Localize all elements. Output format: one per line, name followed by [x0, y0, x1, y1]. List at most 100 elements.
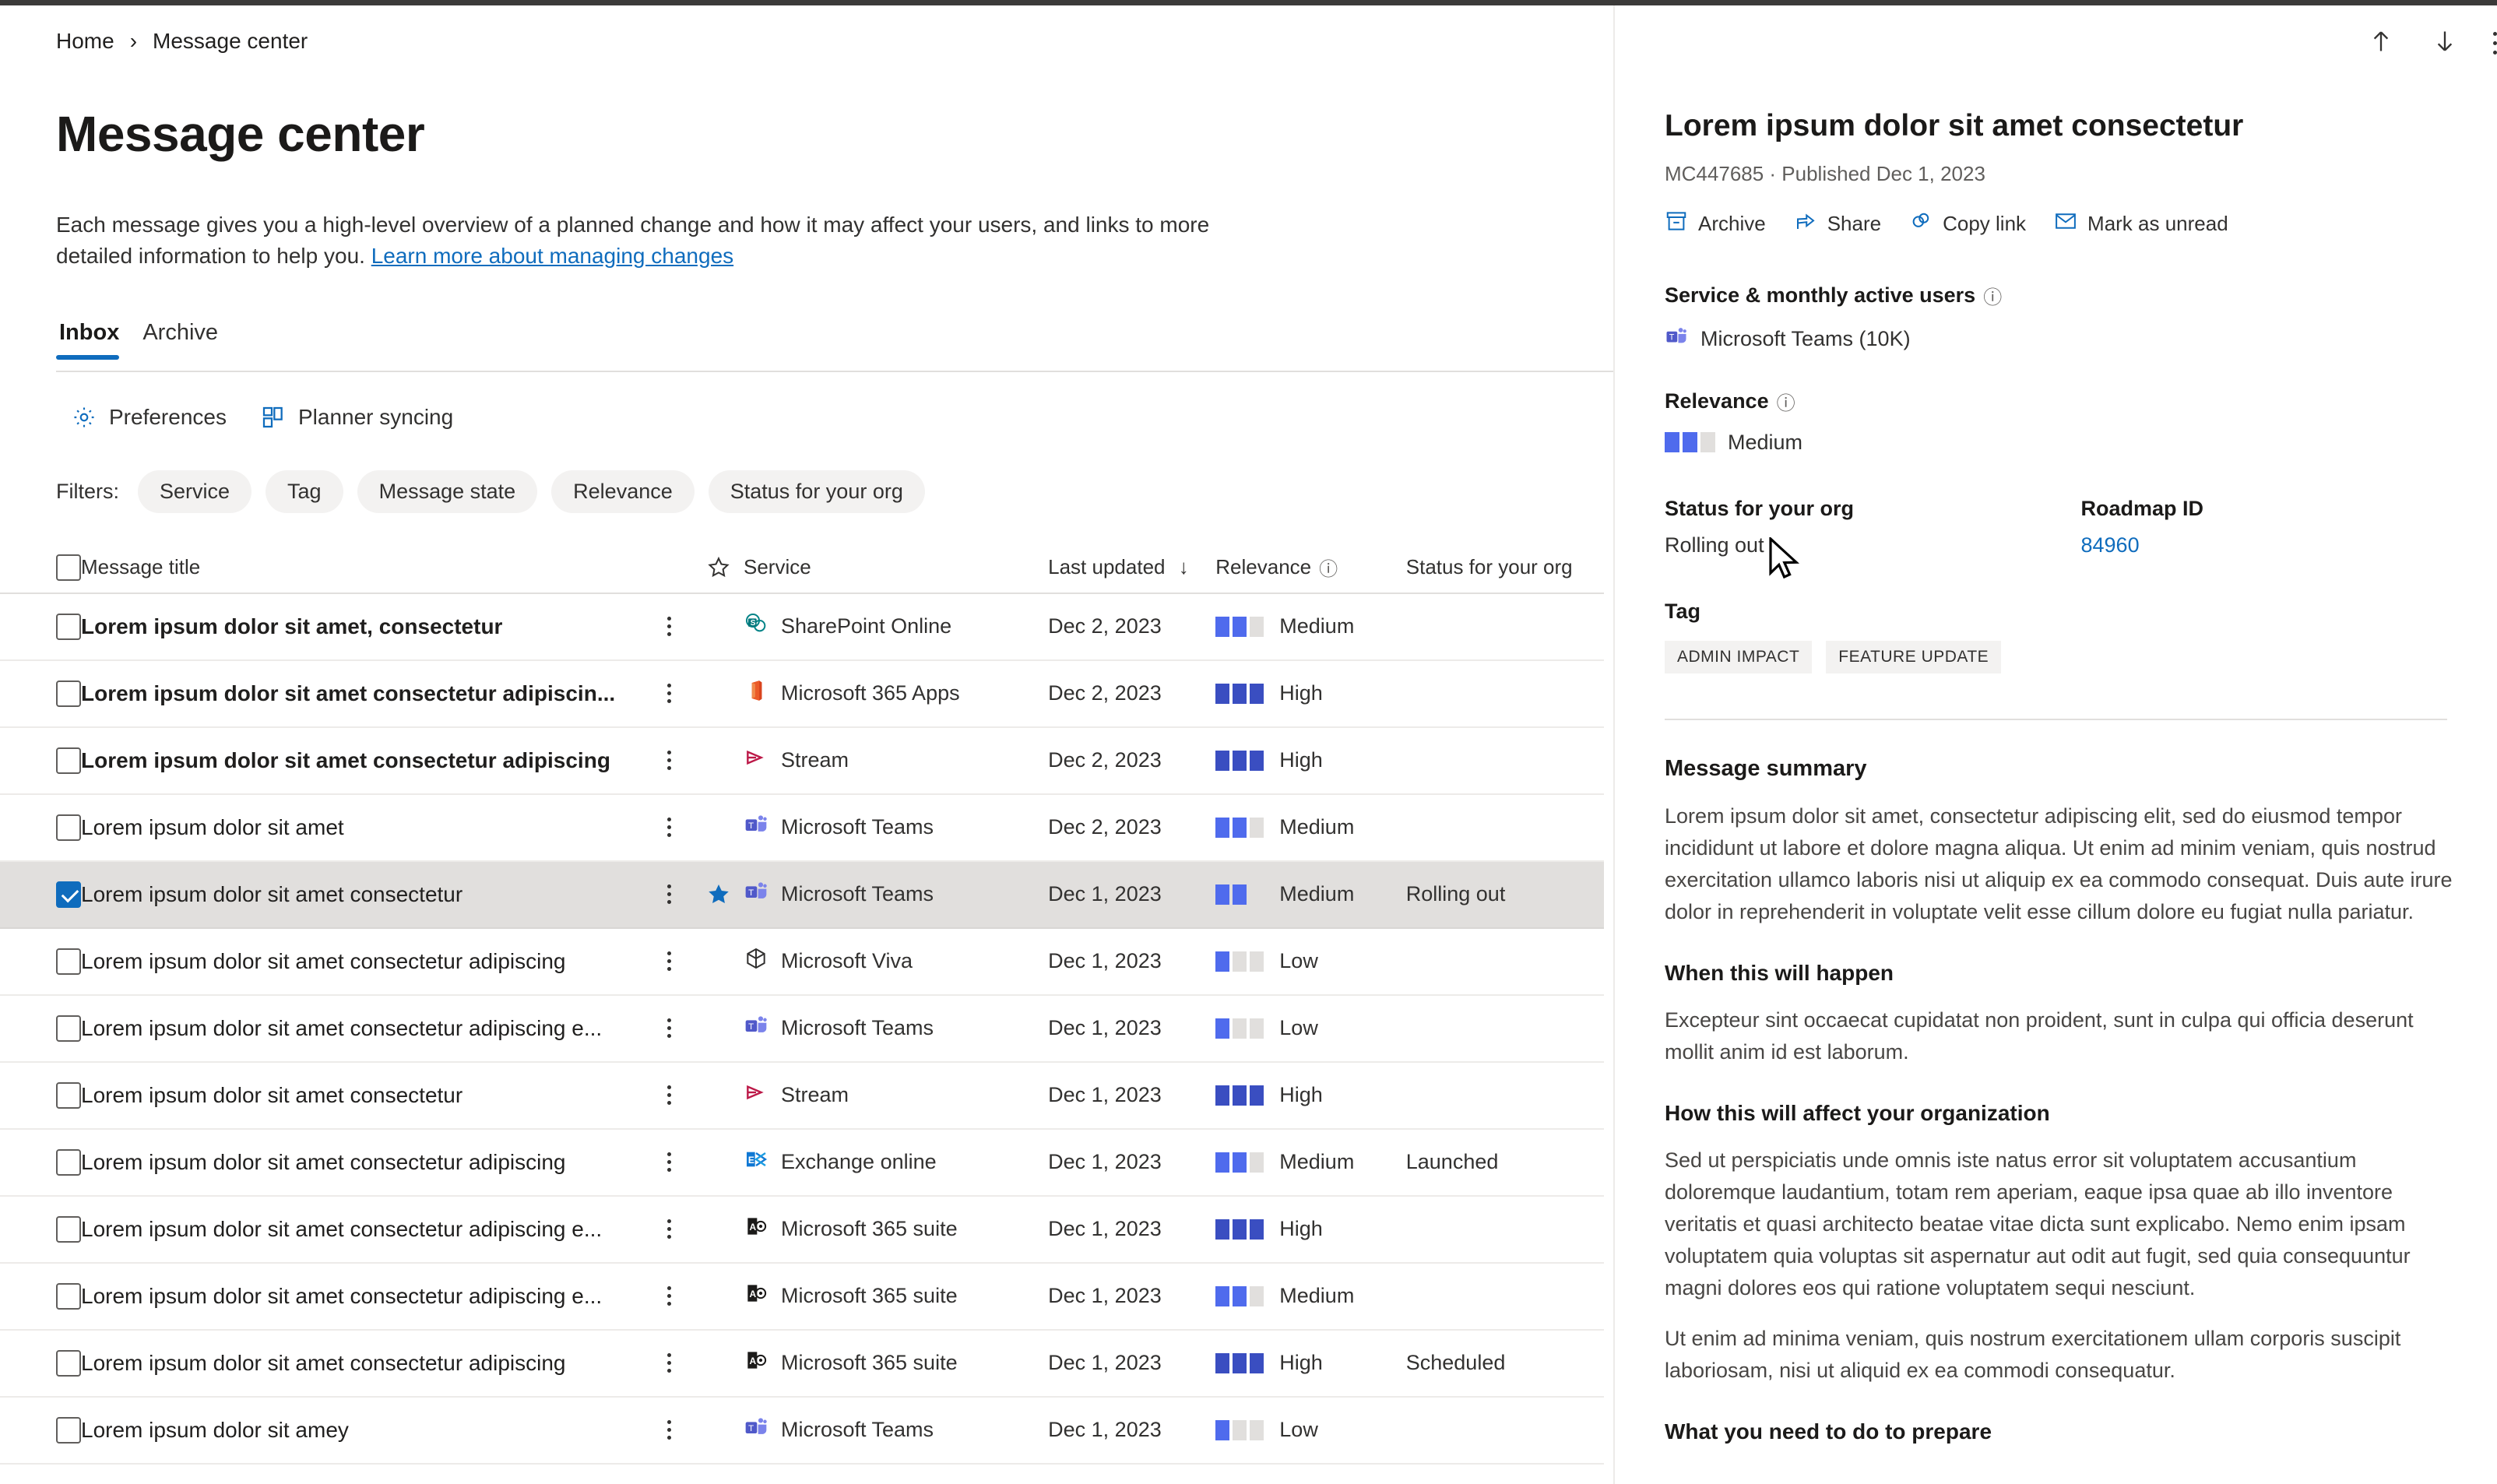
table-row[interactable]: Lorem ipsum dolor sit amet consectetur a… — [0, 728, 1604, 795]
select-all-cell — [0, 554, 81, 581]
row-service-cell: Stream — [744, 1080, 1048, 1110]
row-checkbox[interactable] — [56, 613, 81, 640]
row-checkbox[interactable] — [56, 948, 81, 975]
row-relevance: Low — [1215, 1418, 1405, 1442]
tag-chip-admin-impact[interactable]: ADMIN IMPACT — [1665, 640, 1813, 673]
relevance-bars — [1215, 951, 1264, 972]
row-select-cell — [0, 613, 81, 640]
planner-syncing-button[interactable]: Planner syncing — [261, 405, 453, 430]
row-checkbox[interactable] — [56, 814, 81, 841]
row-message-title[interactable]: Lorem ipsum dolor sit amet consectetur a… — [81, 1217, 645, 1242]
row-service-cell: S SharePoint Online — [744, 611, 1048, 642]
sharepoint-icon: S — [744, 611, 768, 642]
row-message-title[interactable]: Lorem ipsum dolor sit amet consectetur a… — [81, 681, 645, 706]
more-actions-icon[interactable] — [2493, 32, 2497, 55]
row-message-title[interactable]: Lorem ipsum dolor sit amet consectetur a… — [81, 1150, 645, 1175]
table-row[interactable]: Lorem ipsum dolor sit amet, consectetur S… — [0, 594, 1604, 661]
row-checkbox[interactable] — [56, 1015, 81, 1042]
teams-icon: T — [744, 1013, 768, 1043]
row-star-icon[interactable] — [693, 881, 744, 908]
row-checkbox[interactable] — [56, 680, 81, 707]
row-more-actions-icon[interactable] — [645, 1152, 694, 1172]
row-more-actions-icon[interactable] — [645, 1420, 694, 1440]
prepare-heading: What you need to do to prepare — [1665, 1419, 1992, 1444]
table-row[interactable]: Lorem ipsum dolor sit amet consectetur a… — [0, 1264, 1604, 1331]
previous-message-button[interactable] — [2365, 26, 2397, 61]
row-checkbox[interactable] — [56, 881, 81, 908]
detail-subtitle: MC447685 · Published Dec 1, 2023 — [1665, 161, 1985, 185]
table-row[interactable]: Lorem ipsum dolor sit amet consectetur a… — [0, 661, 1604, 728]
mark-as-unread-button[interactable]: Mark as unread — [2054, 209, 2228, 238]
row-more-actions-icon[interactable] — [645, 751, 694, 770]
row-more-actions-icon[interactable] — [645, 1286, 694, 1306]
row-checkbox[interactable] — [56, 1416, 81, 1444]
row-checkbox[interactable] — [56, 1148, 81, 1176]
table-row[interactable]: Lorem ipsum dolor sit amey T Microsoft Tea… — [0, 1398, 1604, 1465]
row-message-title[interactable]: Lorem ipsum dolor sit amet consectetur a… — [81, 1016, 645, 1041]
row-more-actions-icon[interactable] — [645, 884, 694, 904]
breadcrumb-current[interactable]: Message center — [153, 29, 308, 54]
row-message-title[interactable]: Lorem ipsum dolor sit amet consectetur — [81, 1083, 645, 1108]
table-row[interactable]: Lorem ipsum dolor sit amet consectetur a… — [0, 1130, 1604, 1197]
tab-inbox[interactable]: Inbox — [56, 320, 139, 360]
archive-button[interactable]: Archive — [1665, 209, 1766, 238]
row-checkbox[interactable] — [56, 747, 81, 774]
next-message-button[interactable] — [2429, 26, 2460, 61]
column-relevance-label: Relevance — [1215, 555, 1312, 578]
table-header-row: Message title Service Last updated ↓ Rel… — [0, 543, 1604, 594]
filter-status-for-your-org[interactable]: Status for your org — [708, 469, 925, 513]
row-more-actions-icon[interactable] — [645, 1219, 694, 1239]
column-service[interactable]: Service — [744, 555, 1048, 579]
row-more-actions-icon[interactable] — [645, 951, 694, 971]
row-more-actions-icon[interactable] — [645, 1085, 694, 1105]
tab-archive[interactable]: Archive — [139, 320, 238, 360]
roadmap-id-link[interactable]: 84960 — [2081, 533, 2497, 557]
row-message-title[interactable]: Lorem ipsum dolor sit amet consectetur a… — [81, 1284, 645, 1309]
breadcrumb-home[interactable]: Home — [56, 29, 114, 54]
table-row[interactable]: Lorem ipsum dolor sit amet consectetur T M… — [0, 861, 1604, 929]
column-message-title[interactable]: Message title — [81, 555, 645, 579]
table-row[interactable]: Lorem ipsum dolor sit amet consectetur a… — [0, 1331, 1604, 1398]
row-last-updated: Dec 1, 2023 — [1048, 1217, 1162, 1240]
filter-service[interactable]: Service — [138, 469, 252, 513]
preferences-button[interactable]: Preferences — [72, 405, 227, 430]
row-more-actions-icon[interactable] — [645, 1353, 694, 1373]
row-message-title[interactable]: Lorem ipsum dolor sit amey — [81, 1418, 645, 1443]
row-service-label: Exchange online — [780, 1150, 937, 1173]
row-more-actions-icon[interactable] — [645, 617, 694, 636]
row-message-title[interactable]: Lorem ipsum dolor sit amet — [81, 815, 645, 840]
row-message-title[interactable]: Lorem ipsum dolor sit amet, consectetur — [81, 614, 645, 639]
window-top-strip — [0, 0, 2497, 5]
roadmap-label: Roadmap ID — [2080, 496, 2204, 520]
row-message-title[interactable]: Lorem ipsum dolor sit amet consectetur a… — [81, 748, 645, 773]
select-all-checkbox[interactable] — [56, 554, 81, 581]
row-service-label: Microsoft Teams — [780, 882, 934, 906]
row-checkbox[interactable] — [56, 1215, 81, 1243]
row-checkbox[interactable] — [56, 1282, 81, 1310]
table-row[interactable]: Lorem ipsum dolor sit amet consectetur a… — [0, 996, 1604, 1063]
column-star[interactable] — [693, 555, 744, 580]
row-service-label: Stream — [780, 748, 849, 772]
filter-relevance[interactable]: Relevance — [551, 469, 695, 513]
column-relevance[interactable]: Relevance ⓘ — [1215, 554, 1405, 581]
table-row[interactable]: Lorem ipsum dolor sit amet consectetur a… — [0, 1197, 1604, 1264]
row-message-title[interactable]: Lorem ipsum dolor sit amet consectetur a… — [81, 1351, 645, 1376]
row-message-title[interactable]: Lorem ipsum dolor sit amet consectetur a… — [81, 949, 645, 974]
tag-chip-feature-update[interactable]: FEATURE UPDATE — [1826, 640, 2002, 673]
row-more-actions-icon[interactable] — [645, 1018, 694, 1038]
copy-link-button[interactable]: Copy link — [1909, 209, 2026, 238]
table-row[interactable]: Lorem ipsum dolor sit amet consectetur a… — [0, 929, 1604, 996]
learn-more-link[interactable]: Learn more about managing changes — [371, 244, 733, 268]
row-more-actions-icon[interactable] — [645, 684, 694, 703]
table-row[interactable]: Lorem ipsum dolor sit amet consectetur St… — [0, 1063, 1604, 1130]
share-button[interactable]: Share — [1794, 209, 1881, 238]
column-last-updated[interactable]: Last updated ↓ — [1048, 555, 1215, 579]
table-row[interactable]: Lorem ipsum dolor sit amet T Microsoft Tea… — [0, 795, 1604, 862]
row-message-title[interactable]: Lorem ipsum dolor sit amet consectetur — [81, 882, 645, 907]
column-status[interactable]: Status for your org — [1406, 555, 1604, 579]
row-more-actions-icon[interactable] — [645, 818, 694, 837]
row-checkbox[interactable] — [56, 1349, 81, 1377]
filter-tag[interactable]: Tag — [266, 469, 343, 513]
filter-message-state[interactable]: Message state — [357, 469, 538, 513]
row-checkbox[interactable] — [56, 1081, 81, 1109]
